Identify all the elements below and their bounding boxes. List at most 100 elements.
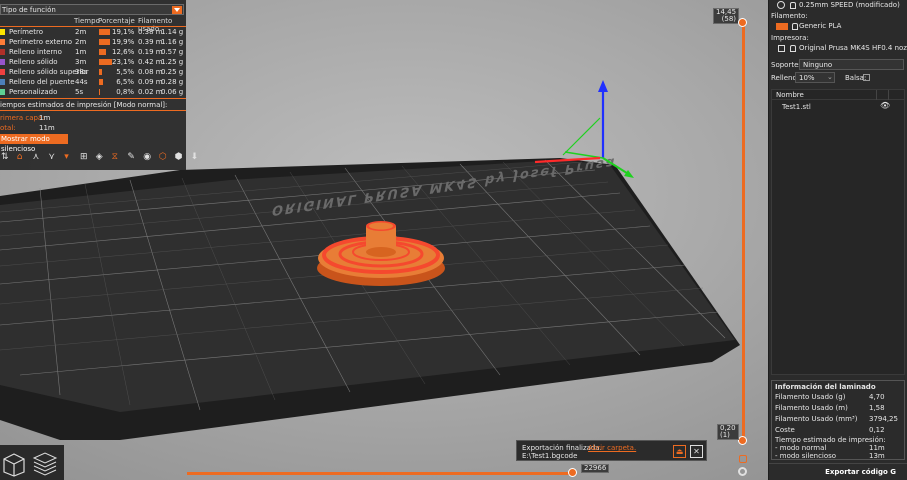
info-label: Filamento Usado (m): [775, 404, 848, 412]
info-value: 3794,25: [869, 415, 898, 423]
print-profile-value[interactable]: 0.25mm SPEED (modificado): [799, 1, 900, 9]
custom-gcode-icon[interactable]: ✎: [127, 152, 138, 164]
time-title: Tiempo estimado de impresión:: [775, 436, 886, 444]
wipe-icon[interactable]: ⌂: [17, 152, 28, 164]
eject-icon[interactable]: ⏏: [673, 445, 686, 458]
legend-row[interactable]: Perímetro 2m 19,1% 0.38 m 1.14 g: [0, 28, 186, 38]
feature-meters: 0.02 m: [138, 88, 163, 96]
supports-select[interactable]: Ninguno: [799, 59, 904, 70]
show-silent-mode-button[interactable]: Mostrar modo silencioso: [0, 134, 68, 153]
feature-percent: 19,1%: [112, 28, 135, 36]
feature-name: Relleno del puente: [9, 78, 75, 86]
tool-changes-icon[interactable]: ⊞: [80, 152, 91, 164]
legend-row[interactable]: Relleno sólido 3m 23,1% 0.42 m 1.25 g: [0, 58, 186, 68]
layer-bottom-label: 0,20 (1): [717, 424, 739, 440]
layer-top-number: (58): [721, 15, 737, 23]
printer-label: Impresora:: [771, 34, 809, 42]
time-normal-label: - modo normal: [775, 444, 827, 452]
export-gcode-button[interactable]: Exportar código G: [769, 463, 907, 480]
lock-icon: [790, 2, 796, 9]
export-toolpaths-icon[interactable]: ⬇: [191, 152, 202, 164]
legend-panel: Tipo de función Tiempo Porcentaje Filame…: [0, 0, 198, 170]
view-type-label: Tipo de función: [2, 5, 56, 14]
export-notification: Exportación finalizada. Abrir carpeta. E…: [516, 440, 707, 461]
filament-label: Filamento:: [771, 12, 808, 20]
export-path: E:\Test1.bgcode: [522, 452, 578, 460]
chevron-down-icon[interactable]: [172, 6, 182, 14]
retractions-icon[interactable]: ⋏: [33, 152, 44, 164]
feature-grams: 0.25 g: [161, 68, 184, 76]
column-name[interactable]: Nombre: [776, 91, 804, 99]
feature-meters: 0.39 m: [138, 38, 163, 46]
legend-row[interactable]: Perímetro externo 2m 19,9% 0.39 m 1.16 g: [0, 38, 186, 48]
travel-icon[interactable]: ⇅: [1, 152, 12, 164]
close-icon[interactable]: ✕: [690, 445, 703, 458]
feature-percent-bar: [99, 49, 107, 55]
move-slider-thumb[interactable]: [568, 468, 577, 477]
right-sidebar: 0.25mm SPEED (modificado) Filamento: Gen…: [768, 0, 907, 480]
feature-time: 3m: [75, 58, 87, 66]
lock-icon[interactable]: [739, 455, 747, 463]
feature-percent: 19,9%: [112, 38, 135, 46]
center-of-gravity-icon[interactable]: ◉: [143, 152, 154, 164]
deretractions-icon[interactable]: ⋎: [48, 152, 59, 164]
sliced-info-panel: Información del laminado Filamento Usado…: [771, 380, 905, 460]
infill-select[interactable]: 10% ⌄: [795, 72, 835, 83]
info-label: Filamento Usado (mm³): [775, 415, 858, 423]
feature-time: 5s: [75, 88, 84, 96]
layer-top-label: 14,45 (58): [713, 8, 740, 24]
feature-percent-bar: [99, 39, 111, 45]
3d-view-icon[interactable]: [1, 451, 27, 477]
printer-value: Original Prusa MK4S HF0.4 nozzle: [799, 44, 907, 52]
eye-icon[interactable]: 👁: [880, 101, 890, 110]
feature-meters: 0.08 m: [138, 68, 163, 76]
shells-icon[interactable]: ⬡: [159, 152, 170, 164]
feature-percent: 23,1%: [112, 58, 135, 66]
info-value: 0,12: [869, 426, 885, 434]
feature-time: 38s: [75, 68, 88, 76]
color-changes-icon[interactable]: ◈: [96, 152, 107, 164]
settings-icon[interactable]: [738, 467, 747, 476]
preview-layers-icon[interactable]: [32, 450, 58, 478]
feature-meters: 0.42 m: [138, 58, 163, 66]
feature-grams: 1.16 g: [161, 38, 184, 46]
legend-row[interactable]: Relleno interno 1m 12,6% 0.19 m 0.57 g: [0, 48, 186, 58]
time-silent-label: - modo silencioso: [775, 452, 837, 460]
printer-combo[interactable]: Original Prusa MK4S HF0.4 nozzle: [771, 43, 907, 54]
feature-color-swatch: [0, 89, 5, 95]
layer-slider-lower-thumb[interactable]: [738, 436, 747, 445]
legend-row[interactable]: Personalizado 5s 0,8% 0.02 m 0.06 g: [0, 88, 186, 98]
feature-percent-bar: [99, 79, 103, 85]
feature-time: 44s: [75, 78, 88, 86]
layer-bottom-number: (1): [720, 431, 730, 439]
first-layer-value: 1m: [39, 114, 51, 122]
brim-checkbox[interactable]: [863, 74, 870, 81]
object-row[interactable]: Test1.stl 👁: [772, 101, 904, 112]
seams-icon[interactable]: ▾: [64, 152, 75, 164]
move-slider-track[interactable]: [187, 472, 574, 475]
filament-color-swatch[interactable]: [776, 23, 788, 30]
layer-slider[interactable]: [740, 20, 746, 444]
time-silent-value: 13m: [869, 452, 885, 460]
legend-row[interactable]: Relleno sólido superior 38s 5,5% 0.08 m 0.25…: [0, 68, 186, 78]
feature-grams: 0.28 g: [161, 78, 184, 86]
feature-name: Perímetro: [9, 28, 43, 36]
feature-meters: 0.09 m: [138, 78, 163, 86]
feature-color-swatch: [0, 29, 5, 35]
filament-combo[interactable]: Generic PLA: [771, 21, 905, 32]
feature-grams: 1.14 g: [161, 28, 184, 36]
tool-marker-icon[interactable]: ⬢: [175, 152, 186, 164]
pause-icon[interactable]: ⧖: [112, 152, 123, 164]
legend-row[interactable]: Relleno del puente 44s 6,5% 0.09 m 0.28 g: [0, 78, 186, 88]
infill-value: 10%: [799, 74, 815, 82]
view-type-select[interactable]: Tipo de función: [0, 4, 184, 15]
feature-meters: 0.19 m: [138, 48, 163, 56]
legend-divider: [0, 26, 186, 27]
estimated-times-title: iempos estimados de impresión [Modo norm…: [0, 101, 168, 109]
layer-slider-upper-thumb[interactable]: [738, 18, 747, 27]
feature-meters: 0.38 m: [138, 28, 163, 36]
layer-slider-track[interactable]: [742, 20, 745, 444]
view-mode-buttons: [0, 445, 64, 480]
open-folder-link[interactable]: Abrir carpeta.: [588, 444, 636, 452]
object-list-header: Nombre: [772, 90, 904, 100]
